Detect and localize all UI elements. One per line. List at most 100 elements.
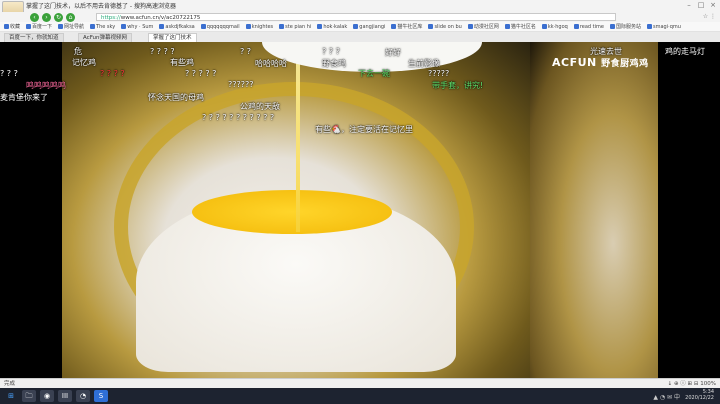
bookmark-item[interactable]: 收藏 (4, 23, 20, 30)
bookmark-item[interactable]: 国际服务站 (609, 23, 641, 30)
back-button[interactable]: ‹ (30, 13, 39, 22)
danmaku-comment: ? ? ? (322, 47, 340, 56)
bookmark-icon (467, 24, 473, 29)
danmaku-comment: 鸡的走马灯 (665, 47, 705, 56)
danmaku-comment: 有些🐔，注定要活在记忆里 (315, 125, 413, 134)
tab-label: AcFun弹幕视频网 (83, 35, 128, 41)
bookmark-label: gangjiangi (359, 23, 386, 30)
bookmark-label: smagi·qmu (653, 23, 681, 30)
bookmark-item[interactable]: read time (573, 23, 604, 30)
bookmark-item[interactable]: slide on bu (428, 24, 462, 30)
egg-stream (296, 42, 300, 232)
bookmark-item[interactable]: The sky (90, 24, 115, 30)
danmaku-comment: 野食鸡 (322, 59, 346, 68)
bookmark-item[interactable]: knightes (245, 23, 274, 30)
start-button[interactable]: ⊞ (4, 390, 18, 402)
bookmark-item[interactable]: askdjfkaksa (159, 23, 195, 30)
video-frame-main (62, 42, 530, 378)
browser-icon[interactable]: S (94, 390, 108, 402)
bookmark-label: why · Sum (127, 23, 154, 30)
bookmark-label: 网址导航 (64, 24, 85, 30)
bookmark-label: The sky (96, 23, 116, 30)
bookmark-label: 国际服务站 (615, 24, 641, 30)
video-frame-side (530, 42, 658, 378)
danmaku-comment: ? ? ? ? ? ? ? ? ? ? ? (202, 113, 275, 122)
bookmark-label: read time (579, 23, 604, 30)
bookmark-icon (279, 24, 285, 29)
close-button[interactable]: × (708, 0, 718, 10)
danmaku-comment: ? ? (240, 47, 252, 56)
home-button[interactable]: ⌂ (66, 13, 75, 22)
app-icon-2[interactable]: ІІІ (58, 390, 72, 402)
bookmark-icon (90, 24, 96, 29)
bookmark-label: 猫牛社区名 (510, 24, 536, 30)
danmaku-comment: 公鸡的天敌 (240, 102, 280, 111)
tab-label: 掌握了这门技术 (153, 35, 192, 41)
bookmark-icon (317, 24, 323, 29)
danmaku-comment: 光速去世 (590, 47, 622, 56)
bookmark-item[interactable]: 动漫社区网 (467, 23, 499, 30)
danmaku-comment: 怀念天国的母鸡 (148, 93, 204, 102)
bookmark-icon (609, 24, 615, 29)
egg-yolk (192, 190, 392, 234)
system-tray[interactable]: ▲ ◔ ✉ 中 (653, 392, 680, 401)
bookmark-icon (121, 24, 127, 29)
danmaku-comment: 哈哈哈哈 (255, 59, 287, 68)
bookmark-label: qqqqqqqmail (206, 23, 240, 30)
address-bar[interactable]: https://www.acfun.cn/v/ac20722175 (96, 13, 616, 21)
bookmark-item[interactable]: 网址导航 (58, 23, 84, 30)
bookmark-item[interactable]: why · Sum (121, 24, 153, 30)
bookmark-label: 百度一下 (32, 24, 53, 30)
bookmark-label: hok·kalak (323, 23, 348, 30)
bookmark-item[interactable]: hok·kalak (317, 24, 347, 30)
bookmark-icon (573, 24, 579, 29)
logo-main-text: ACFUN (552, 56, 597, 69)
bookmark-icon (647, 24, 652, 29)
app-icon-1[interactable]: ◉ (40, 390, 54, 402)
window-controls: – □ × (684, 0, 718, 10)
maximize-button[interactable]: □ (696, 0, 706, 10)
app-icon-3[interactable]: ◔ (76, 390, 90, 402)
danmaku-comment: 麦肯堡你来了 (0, 93, 48, 102)
forward-button[interactable]: › (42, 13, 51, 22)
clock[interactable]: 5:34 2020/12/22 (685, 389, 714, 401)
nav-right-icons[interactable]: ☆ ⋮ (703, 13, 716, 20)
logo-sub-text: 野食厨鸡鸡 (601, 59, 649, 69)
video-player[interactable]: ACFUN 野食厨鸡鸡 危记忆鸡 ? ? ? ? 有些鸡 ? ? 哈哈哈哈 ? ? ? 好好… (0, 42, 720, 378)
bookmark-item[interactable]: gangjiangi (353, 24, 385, 30)
refresh-button[interactable]: ↻ (54, 13, 63, 22)
bookmark-label: kk·hgoq (547, 23, 568, 30)
file-explorer-icon[interactable]: 🗀 (22, 390, 36, 402)
clock-date: 2020/12/22 (685, 395, 714, 401)
bookmark-icon (26, 24, 32, 29)
bookmark-icon (200, 24, 206, 29)
danmaku-comment: ? ? ? ? (150, 47, 175, 56)
bookmark-item[interactable]: 百度一下 (26, 23, 52, 30)
danmaku-comment: 鸣鸣鸣鸣鸣 (26, 81, 66, 90)
bookmark-item[interactable]: smagi·qmu (647, 24, 681, 30)
tab-label: 百度一下，你就知道 (9, 35, 59, 41)
url-scheme: https:// (101, 15, 121, 21)
acfun-logo: ACFUN 野食厨鸡鸡 (552, 56, 649, 69)
bookmark-icon (4, 24, 9, 29)
danmaku-comment: 危 (74, 47, 82, 56)
bookmark-icon (391, 24, 397, 29)
bookmark-label: 猫牛社区库 (397, 24, 423, 30)
bookmark-item[interactable]: ste pian hi (279, 24, 311, 30)
danmaku-comment: 有些鸡 (170, 58, 194, 67)
minimize-button[interactable]: – (684, 0, 694, 10)
bookmark-item[interactable]: kk·hgoq (541, 23, 568, 30)
navigation-bar: ‹ › ↻ ⌂ https://www.acfun.cn/v/ac2072217… (0, 12, 720, 22)
bookmark-item[interactable]: 猫牛社区库 (391, 23, 422, 30)
danmaku-comment: ?????? (228, 80, 254, 89)
taskbar: ⊞ 🗀 ◉ ІІІ ◔ S ▲ ◔ ✉ 中 5:34 2020/12/22 (0, 388, 720, 404)
bookmark-label: 收藏 (10, 24, 21, 30)
bookmark-item[interactable]: qqqqqqqmail (200, 23, 240, 30)
url-text: www.acfun.cn/v/ac20722175 (120, 15, 201, 21)
bookmark-item[interactable]: 猫牛社区名 (504, 23, 536, 30)
bookmark-label: knightes (251, 23, 274, 30)
bookmark-label: askdjfkaksa (165, 23, 195, 30)
bookmarks-bar: 收藏 百度一下 网址导航 The sky why · Sum askdjfkaksa qqq… (0, 22, 720, 32)
danmaku-comment: 好好 (385, 48, 401, 57)
bookmark-icon (504, 24, 510, 29)
